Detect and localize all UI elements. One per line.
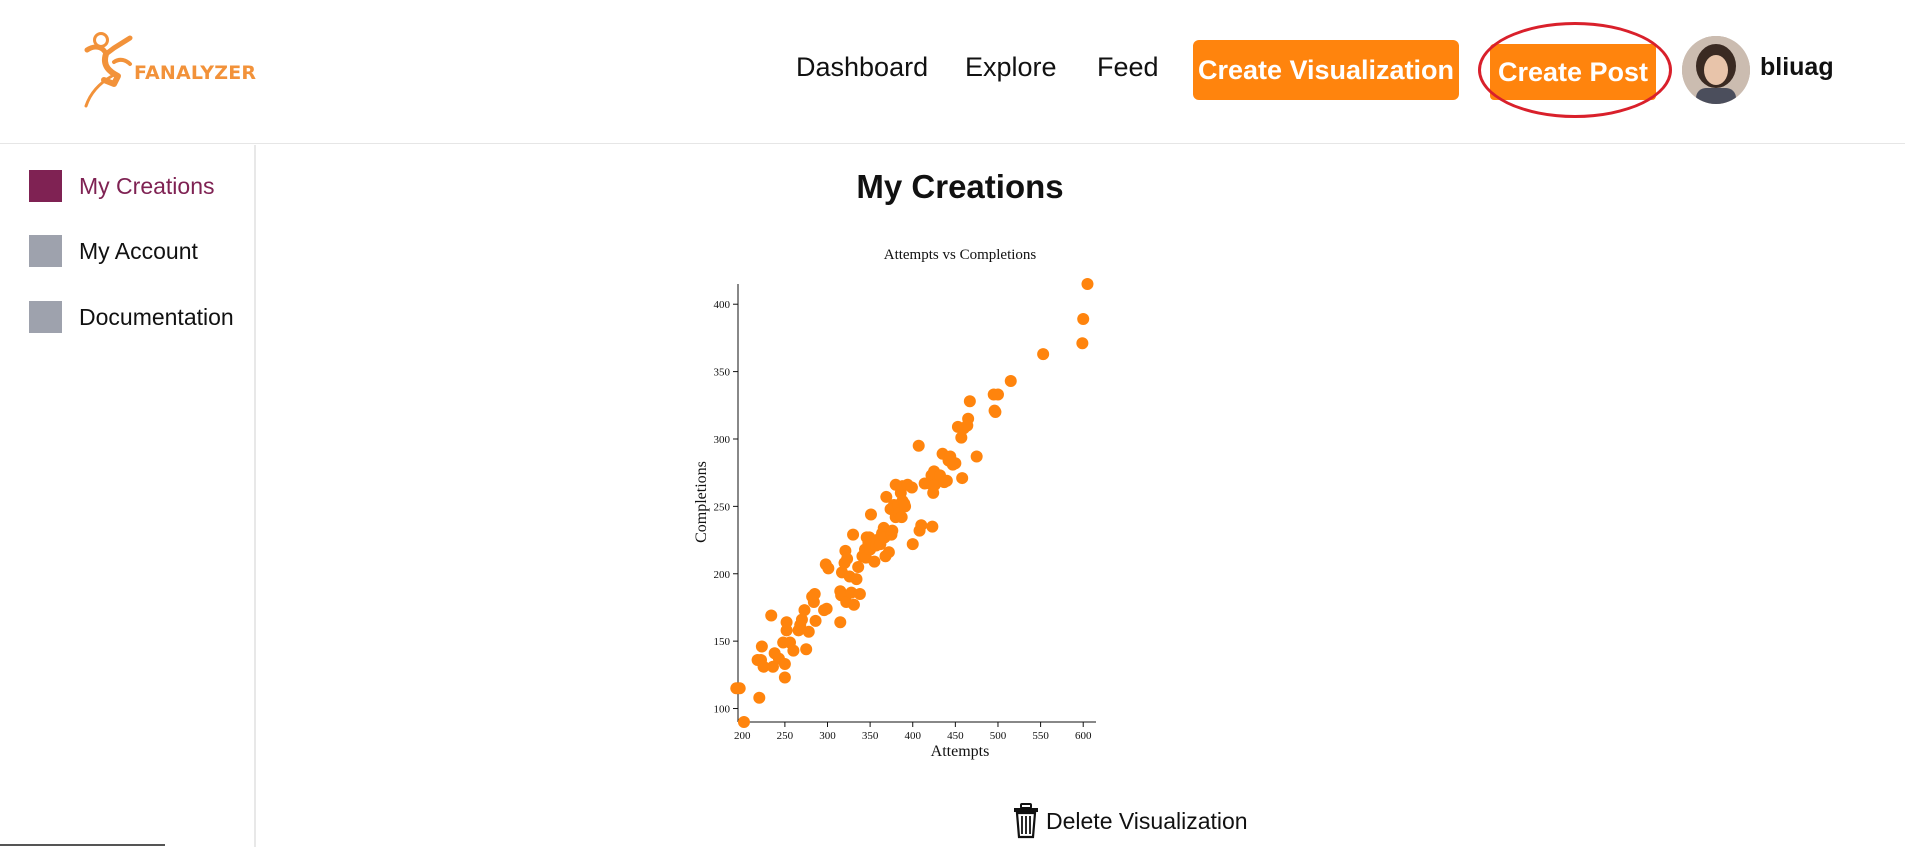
scatter-point	[882, 546, 895, 559]
scatter-point	[864, 508, 877, 521]
scatter-point	[847, 598, 860, 611]
scatter-point	[963, 395, 976, 408]
create-post-button[interactable]: Create Post	[1490, 44, 1656, 100]
sidebar-item-documentation[interactable]: Documentation	[29, 300, 234, 334]
scatter-point	[755, 640, 768, 653]
scatter-point	[847, 528, 860, 541]
scatter-point	[868, 555, 881, 568]
chart-svg: Attempts vs Completions 200 250 300 350 400 4…	[693, 247, 1096, 760]
scatter-point	[787, 644, 800, 657]
sidebar-item-label: My Account	[79, 237, 198, 264]
scatter-point	[820, 602, 833, 615]
y-tick-label: 350	[714, 367, 731, 379]
scatter-point	[1081, 278, 1094, 290]
scatter-point	[800, 643, 813, 656]
my-creations-swatch-icon	[29, 170, 62, 202]
scatter-point	[733, 682, 746, 695]
x-tick-label: 400	[904, 730, 921, 742]
scrollbar-line	[0, 844, 165, 846]
chart-points	[730, 278, 1094, 728]
scatter-point	[841, 552, 854, 565]
scatter-point	[850, 573, 863, 586]
x-tick-label: 550	[1032, 730, 1049, 742]
scatter-chart: Attempts vs Completions 200 250 300 350 400 4…	[680, 240, 1200, 770]
scatter-point	[949, 457, 962, 470]
sidebar-item-my-creations[interactable]: My Creations	[29, 169, 214, 203]
scatter-point	[926, 520, 939, 533]
scatter-point	[956, 472, 969, 485]
scatter-point	[940, 474, 953, 487]
delete-visualization-button[interactable]: Delete Visualization	[1012, 803, 1248, 839]
scatter-point	[1037, 348, 1050, 361]
scatter-point	[970, 450, 983, 463]
scatter-point	[778, 671, 791, 684]
scatter-point	[737, 716, 750, 728]
top-header: FANALYZER Dashboard Explore Feed Create …	[0, 0, 1905, 144]
scatter-point	[809, 614, 822, 627]
scatter-point	[802, 625, 815, 638]
y-tick-label: 250	[714, 501, 731, 513]
scatter-point	[1077, 313, 1090, 326]
fanalyzer-logo[interactable]: FANALYZER	[84, 32, 264, 112]
y-axis-label: Completions	[693, 461, 710, 543]
scatter-point	[912, 439, 925, 452]
nav-feed[interactable]: Feed	[1097, 52, 1159, 83]
x-tick-label: 200	[734, 730, 751, 742]
scatter-point	[808, 587, 821, 600]
chart-title: Attempts vs Completions	[884, 247, 1037, 263]
scatter-point	[915, 519, 928, 532]
x-tick-label: 600	[1075, 730, 1092, 742]
trash-icon	[1014, 803, 1038, 839]
scatter-point	[853, 587, 866, 600]
scatter-point	[991, 388, 1004, 401]
scatter-point	[765, 609, 778, 622]
documentation-swatch-icon	[29, 301, 62, 333]
scatter-point	[1004, 375, 1017, 388]
x-tick-label: 450	[947, 730, 964, 742]
my-account-swatch-icon	[29, 235, 62, 267]
scatter-point	[962, 412, 975, 425]
y-tick-label: 100	[714, 704, 731, 716]
y-tick-label: 300	[714, 434, 731, 446]
avatar[interactable]	[1682, 36, 1750, 104]
sidebar-item-label: My Creations	[79, 172, 215, 199]
y-tick-label: 400	[714, 299, 731, 311]
sidebar-item-label: Documentation	[79, 303, 234, 330]
x-tick-label: 500	[990, 730, 1007, 742]
logo-text: FANALYZER	[134, 62, 257, 84]
scatter-point	[899, 500, 912, 513]
scatter-point	[886, 524, 899, 537]
scatter-point	[780, 616, 793, 629]
y-tick-label: 200	[714, 569, 731, 581]
user-photo-icon	[1682, 36, 1750, 104]
scatter-point	[906, 538, 919, 551]
x-tick-label: 350	[862, 730, 879, 742]
x-axis-label: Attempts	[931, 743, 990, 760]
delete-visualization-label: Delete Visualization	[1046, 807, 1248, 834]
create-visualization-button[interactable]: Create Visualization	[1193, 40, 1459, 100]
scatter-point	[753, 691, 766, 704]
scatter-point	[778, 658, 791, 671]
x-tick-label: 250	[777, 730, 794, 742]
scatter-point	[798, 604, 811, 617]
page-title: My Creations	[856, 168, 1064, 205]
scatter-point	[834, 616, 847, 629]
scatter-point	[852, 561, 865, 574]
sidebar: My Creations My Account Documentation	[0, 145, 256, 847]
sidebar-item-my-account[interactable]: My Account	[29, 234, 198, 268]
username[interactable]: bliuag	[1760, 53, 1834, 82]
scatter-point	[822, 562, 835, 575]
y-tick-label: 150	[714, 636, 731, 648]
scatter-point	[905, 481, 918, 494]
x-tick-label: 300	[819, 730, 836, 742]
nav-explore[interactable]: Explore	[965, 52, 1057, 83]
scatter-point	[1076, 337, 1089, 350]
nav-dashboard[interactable]: Dashboard	[796, 52, 928, 83]
scatter-point	[989, 406, 1002, 419]
scatter-point	[895, 511, 908, 524]
